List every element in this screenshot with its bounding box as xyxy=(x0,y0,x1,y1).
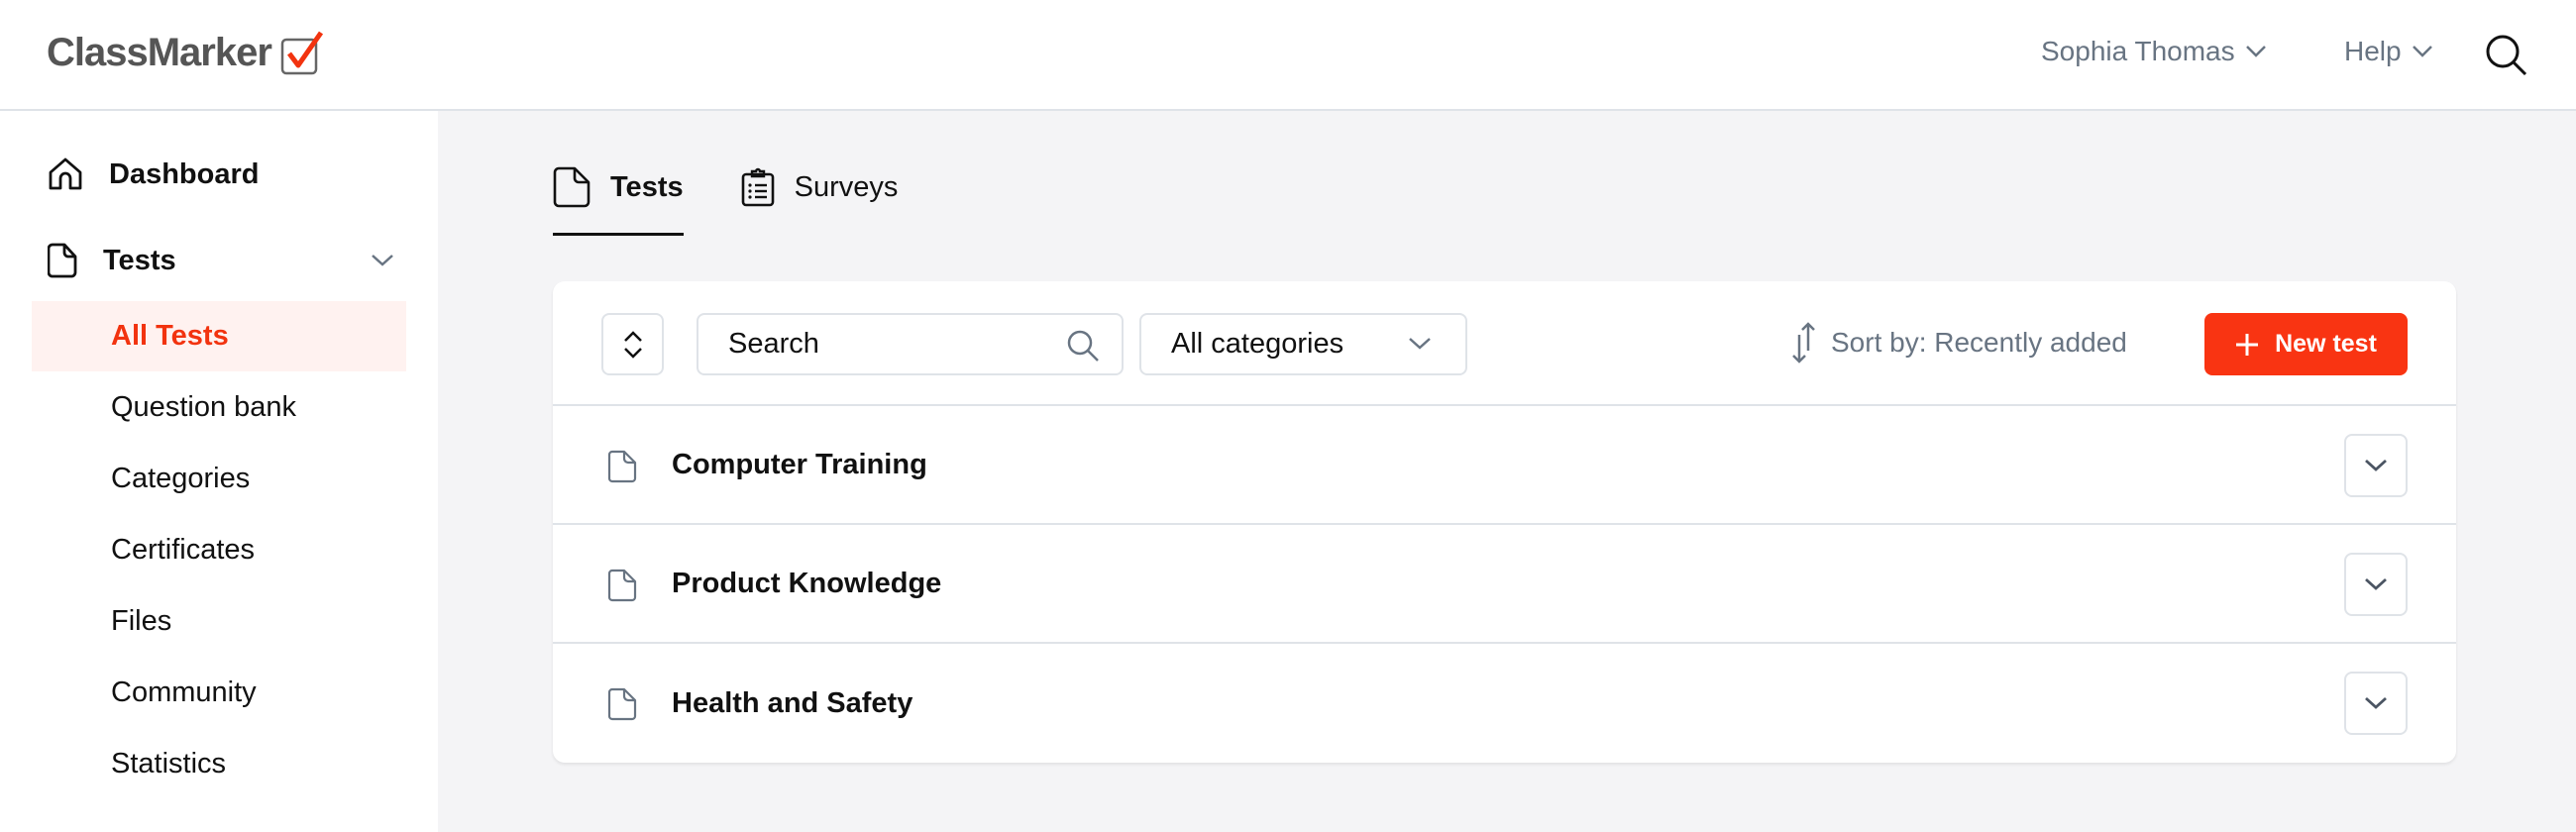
sidebar-item-categories[interactable]: Categories xyxy=(32,444,406,514)
document-icon xyxy=(48,243,77,278)
search-icon[interactable] xyxy=(2485,34,2528,77)
sort-label: Sort by: Recently added xyxy=(1831,327,2127,358)
category-select[interactable]: All categories xyxy=(1139,313,1467,375)
tests-toolbar: All categories Sort by: Recently added N… xyxy=(553,281,2456,406)
search-field[interactable] xyxy=(697,313,1124,375)
tests-card: All categories Sort by: Recently added N… xyxy=(553,281,2456,763)
tests-label: Tests xyxy=(103,244,176,276)
sidebar-item-community[interactable]: Community xyxy=(32,658,406,728)
test-row[interactable]: Health and Safety xyxy=(553,644,2456,763)
sort-button[interactable]: Sort by: Recently added xyxy=(1791,321,2127,364)
test-title[interactable]: Computer Training xyxy=(672,449,927,481)
document-icon xyxy=(607,687,637,721)
chevron-down-icon[interactable] xyxy=(371,254,394,267)
help-label: Help xyxy=(2344,36,2402,66)
logo-text: ClassMarker xyxy=(47,30,272,74)
sidebar-item-files[interactable]: Files xyxy=(32,586,406,657)
tab-tests[interactable]: Tests xyxy=(553,166,684,236)
help-menu[interactable]: Help xyxy=(2344,36,2433,67)
sidebar-item-statistics[interactable]: Statistics xyxy=(32,729,406,799)
chevron-down-icon xyxy=(2365,577,2387,590)
search-input[interactable] xyxy=(728,328,1045,361)
chevron-down-icon xyxy=(2412,46,2432,57)
chevron-down-icon xyxy=(1409,338,1431,350)
classmarker-logo[interactable]: ClassMarker xyxy=(47,30,325,75)
expand-row-button[interactable] xyxy=(2344,434,2408,497)
checkbox-check-icon xyxy=(280,31,323,75)
sidebar-item-tests[interactable]: Tests xyxy=(48,243,394,278)
test-title[interactable]: Product Knowledge xyxy=(672,568,941,600)
user-name: Sophia Thomas xyxy=(2041,36,2235,66)
sidebar-item-question-bank[interactable]: Question bank xyxy=(32,372,406,443)
sidebar-item-dashboard[interactable]: Dashboard xyxy=(48,156,259,192)
tab-surveys[interactable]: Surveys xyxy=(741,166,899,236)
expand-row-button[interactable] xyxy=(2344,553,2408,616)
expand-row-button[interactable] xyxy=(2344,672,2408,735)
test-row[interactable]: Product Knowledge xyxy=(553,525,2456,644)
tab-tests-label: Tests xyxy=(610,170,684,203)
new-test-button[interactable]: New test xyxy=(2204,313,2408,375)
sidebar: Dashboard Tests All Tests Question bank … xyxy=(0,111,438,832)
top-header: ClassMarker Sophia Thomas Help xyxy=(0,0,2576,111)
chevron-down-icon xyxy=(2365,696,2387,709)
new-test-label: New test xyxy=(2275,330,2377,358)
tab-surveys-label: Surveys xyxy=(794,170,899,203)
test-title[interactable]: Health and Safety xyxy=(672,687,912,720)
chevron-down-icon xyxy=(2245,46,2266,57)
document-icon xyxy=(607,569,637,602)
test-row[interactable]: Computer Training xyxy=(553,406,2456,525)
chevron-up-down-icon xyxy=(623,330,642,359)
sort-arrows-icon xyxy=(1792,322,1815,364)
home-icon xyxy=(49,157,82,190)
document-icon xyxy=(607,450,637,483)
category-selected-value: All categories xyxy=(1171,328,1344,360)
search-icon xyxy=(1067,330,1099,362)
user-menu[interactable]: Sophia Thomas xyxy=(2041,36,2267,67)
content-tabs: Tests Surveys xyxy=(553,166,955,236)
sidebar-item-all-tests[interactable]: All Tests xyxy=(32,301,406,371)
document-icon xyxy=(553,166,590,208)
chevron-down-icon xyxy=(2365,459,2387,471)
sidebar-item-certificates[interactable]: Certificates xyxy=(32,515,406,585)
clipboard-list-icon xyxy=(741,167,774,207)
expand-collapse-all-button[interactable] xyxy=(601,313,664,375)
dashboard-label: Dashboard xyxy=(109,157,260,190)
plus-icon xyxy=(2236,333,2259,356)
